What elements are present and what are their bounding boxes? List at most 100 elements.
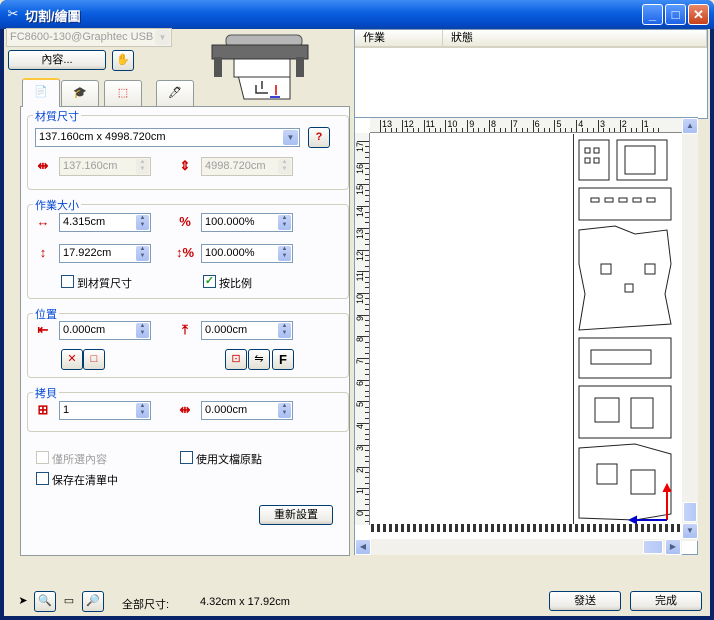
job-height-field[interactable]: 17.922cm ▲ ▼ bbox=[59, 244, 151, 263]
tab-layout[interactable]: ⬚ bbox=[104, 80, 142, 106]
ruler-tick bbox=[385, 128, 387, 132]
chevron-down-icon[interactable]: ▼ bbox=[283, 130, 298, 145]
title-bar[interactable]: ✂ 切割/繪圖 _ □ ✕ bbox=[0, 0, 714, 29]
page-icon: ▭ bbox=[63, 595, 75, 607]
scroll-down-arrow-icon[interactable]: ▼ bbox=[682, 523, 698, 539]
position-x-value: 0.000cm bbox=[63, 324, 106, 336]
ruler-tick bbox=[380, 120, 381, 132]
ruler-tick bbox=[434, 128, 436, 132]
job-column-header[interactable]: 作業 bbox=[355, 30, 443, 48]
f-button[interactable]: F bbox=[272, 349, 294, 370]
move-to-origin-button[interactable]: ⊡ bbox=[225, 349, 247, 370]
ruler-v-label: 5 bbox=[355, 402, 365, 408]
spinner-icon[interactable]: ▲ ▼ bbox=[136, 246, 149, 261]
spinner-icon[interactable]: ▲ ▼ bbox=[136, 403, 149, 418]
preview-horizontal-scrollbar[interactable]: ◀ ▶ bbox=[355, 539, 682, 555]
vertical-ruler: 17 16 15 14 13 12 11 10 9 8 7 6 5 4 3 2 1 0 bbox=[355, 133, 370, 525]
weed-button[interactable]: ⇋ bbox=[248, 349, 270, 370]
close-button[interactable]: ✕ bbox=[688, 4, 709, 25]
done-button[interactable]: 完成 bbox=[630, 591, 702, 611]
spinner-icon[interactable]: ▲ ▼ bbox=[278, 246, 291, 261]
horizontal-scroll-thumb[interactable] bbox=[643, 540, 663, 554]
window-title: 切割/繪圖 bbox=[25, 9, 81, 24]
scale-y-field[interactable]: 100.000% ▲ ▼ bbox=[201, 244, 293, 263]
use-doc-origin-checkbox[interactable] bbox=[180, 451, 193, 464]
minimize-button[interactable]: _ bbox=[642, 4, 663, 25]
scroll-left-arrow-icon[interactable]: ◀ bbox=[355, 539, 371, 555]
origin-button[interactable]: □ bbox=[83, 349, 105, 370]
ruler-tick bbox=[625, 128, 627, 132]
ruler-v-label: 1 bbox=[355, 489, 365, 495]
tab-options[interactable]: 🎓 bbox=[61, 80, 99, 106]
ruler-tick bbox=[357, 162, 369, 164]
select-tool-button[interactable]: ➤ bbox=[12, 591, 34, 612]
cut-preview[interactable]: 13 12 11 10 9 8 7 6 5 4 3 2 1 17 16 15 14 13 12 11 10 9 8 7 6 5 4… bbox=[354, 117, 698, 555]
ruler-v-label: 12 bbox=[355, 250, 365, 261]
media-help-button[interactable]: ? bbox=[308, 127, 330, 148]
media-width-field[interactable]: 137.160cm ▲ ▼ bbox=[59, 157, 151, 176]
spinner-icon[interactable]: ▲ ▼ bbox=[278, 323, 291, 338]
fit-page-button[interactable]: ▭ bbox=[58, 591, 80, 612]
zoom-fit-button[interactable]: 🔎 bbox=[82, 591, 104, 612]
job-width-field[interactable]: 4.315cm ▲ ▼ bbox=[59, 213, 151, 232]
zoom-tool-button[interactable]: 🔍 bbox=[34, 591, 56, 612]
status-column-header[interactable]: 狀態 bbox=[443, 30, 707, 48]
fit-media-checkbox[interactable] bbox=[61, 275, 74, 288]
position-y-field[interactable]: 0.000cm ▲ ▼ bbox=[201, 321, 293, 340]
ruler-tick bbox=[587, 128, 589, 132]
ruler-tick bbox=[365, 195, 369, 197]
selected-only-checkbox[interactable] bbox=[36, 451, 49, 464]
scroll-up-arrow-icon[interactable]: ▲ bbox=[682, 118, 698, 134]
scale-x-field[interactable]: 100.000% ▲ ▼ bbox=[201, 213, 293, 232]
ruler-v-label: 2 bbox=[355, 467, 365, 473]
ruler-tick bbox=[570, 128, 572, 132]
send-button[interactable]: 發送 bbox=[549, 591, 621, 611]
ruler-tick bbox=[636, 128, 638, 132]
ruler-tick bbox=[357, 271, 369, 273]
ruler-tick bbox=[365, 303, 369, 305]
scroll-right-arrow-icon[interactable]: ▶ bbox=[665, 539, 681, 555]
save-in-list-checkbox[interactable] bbox=[36, 472, 49, 485]
tab-tool[interactable]: 🖊 bbox=[156, 80, 194, 106]
ruler-v-label: 4 bbox=[355, 424, 365, 430]
ruler-tick bbox=[365, 216, 369, 218]
total-size-value: 4.32cm x 17.92cm bbox=[200, 596, 290, 608]
cut-artwork bbox=[578, 139, 672, 525]
media-size-select[interactable]: 137.160cm x 4998.720cm ▼ bbox=[35, 128, 300, 147]
ruler-tick bbox=[365, 238, 369, 240]
copies-count-field[interactable]: 1 ▲ ▼ bbox=[59, 401, 151, 420]
ruler-tick bbox=[365, 211, 369, 213]
ruler-tick bbox=[365, 347, 369, 349]
reset-position-button[interactable]: ✕ bbox=[61, 349, 83, 370]
position-x-field[interactable]: 0.000cm ▲ ▼ bbox=[59, 321, 151, 340]
vertical-scroll-thumb[interactable] bbox=[683, 502, 697, 522]
maximize-button[interactable]: □ bbox=[665, 4, 686, 25]
media-height-field[interactable]: 4998.720cm ▲ ▼ bbox=[201, 157, 293, 176]
spinner-icon[interactable]: ▲ ▼ bbox=[136, 159, 149, 174]
media-size-group bbox=[27, 115, 349, 190]
device-select[interactable]: FC8600-130@Graphtec USB ▼ bbox=[6, 28, 172, 47]
job-height-icon: ↕ bbox=[39, 245, 47, 260]
ruler-tick bbox=[357, 292, 369, 294]
ruler-tick bbox=[365, 455, 369, 457]
spinner-icon[interactable]: ▲ ▼ bbox=[278, 215, 291, 230]
preview-vertical-scrollbar[interactable]: ▲ ▼ bbox=[682, 118, 698, 541]
horizontal-ruler: 13 12 11 10 9 8 7 6 5 4 3 2 1 bbox=[370, 118, 682, 133]
spinner-icon[interactable]: ▲ ▼ bbox=[136, 215, 149, 230]
reset-button[interactable]: 重新設置 bbox=[259, 505, 333, 525]
ruler-tick bbox=[657, 128, 659, 132]
copy-spacing-field[interactable]: 0.000cm ▲ ▼ bbox=[201, 401, 293, 420]
ruler-tick bbox=[357, 423, 369, 425]
hand-tool-button[interactable]: ✋ bbox=[112, 50, 134, 71]
ruler-tick bbox=[614, 128, 616, 132]
content-button[interactable]: 內容... bbox=[8, 50, 106, 70]
ruler-tick bbox=[365, 368, 369, 370]
spinner-icon[interactable]: ▲ ▼ bbox=[278, 403, 291, 418]
spinner-icon[interactable]: ▲ ▼ bbox=[136, 323, 149, 338]
spinner-icon[interactable]: ▲ ▼ bbox=[278, 159, 291, 174]
ruler-tick bbox=[412, 128, 414, 132]
tab-cut[interactable]: 📄 bbox=[22, 78, 60, 107]
proportional-checkbox[interactable]: ✓ bbox=[203, 275, 216, 288]
job-list[interactable]: 作業 狀態 bbox=[354, 29, 708, 119]
chevron-down-icon[interactable]: ▼ bbox=[155, 30, 170, 45]
